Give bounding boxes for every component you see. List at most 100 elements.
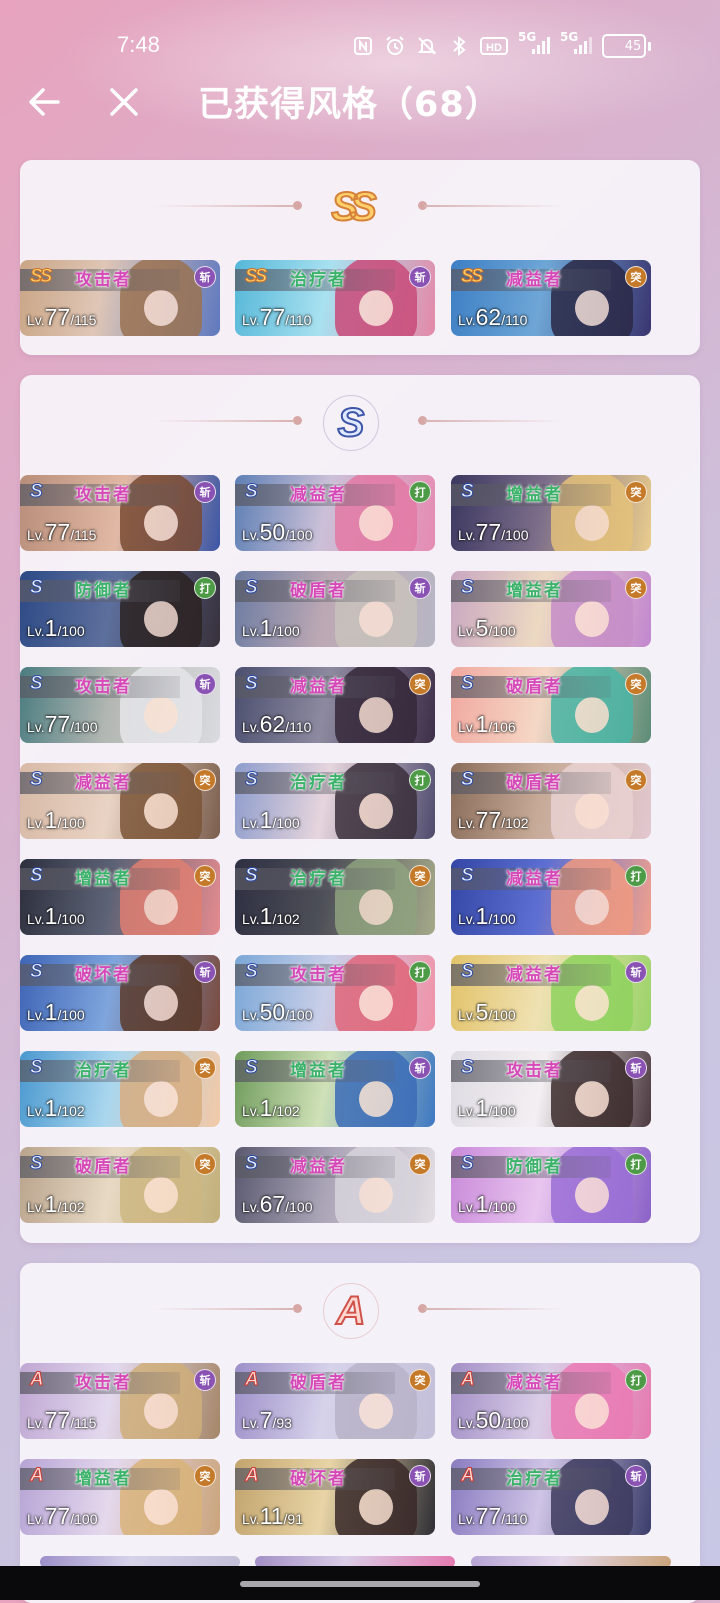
style-card[interactable]: A 减益者 打 Lv.50/100 [451, 1363, 651, 1439]
level-current: 77 [44, 519, 71, 545]
card-rank-badge: S [245, 481, 259, 503]
style-card[interactable]: S 治疗者 打 Lv.1/100 [235, 763, 435, 839]
tier-badge-s: S [323, 395, 379, 451]
style-card[interactable]: S 增益者 突 Lv.77/100 [451, 475, 651, 551]
level-max: /100 [501, 1415, 529, 1431]
card-role-label: 攻击者 [75, 485, 132, 505]
back-button[interactable] [20, 78, 68, 126]
style-card[interactable]: A 治疗者 斩 Lv.77/110 [451, 1459, 651, 1535]
card-level: Lv.50/100 [242, 999, 312, 1026]
card-role-label: 破坏者 [75, 965, 132, 985]
style-card[interactable]: S 破盾者 突 Lv.77/102 [451, 763, 651, 839]
level-current: 77 [44, 1407, 71, 1433]
card-level: Lv.50/100 [242, 519, 312, 546]
style-card[interactable]: S 减益者 突 Lv.62/110 [235, 667, 435, 743]
level-max: /110 [285, 312, 312, 328]
attack-type-badge: 突 [409, 865, 431, 887]
style-card[interactable]: SS 攻击者 斩 Lv.77/115 [20, 260, 220, 336]
card-level: Lv.1/102 [27, 1095, 85, 1122]
style-card[interactable]: S 攻击者 斩 Lv.77/115 [20, 475, 220, 551]
attack-type-badge: 突 [625, 673, 647, 695]
level-prefix: Lv. [458, 815, 476, 831]
level-max: /100 [285, 527, 313, 543]
level-current: 77 [475, 1503, 502, 1529]
home-handle[interactable] [240, 1581, 480, 1587]
level-current: 7 [259, 1407, 273, 1433]
card-rank-badge: S [245, 961, 259, 983]
style-card[interactable]: S 攻击者 斩 Lv.77/100 [20, 667, 220, 743]
style-card[interactable]: A 破坏者 斩 Lv.11/91 [235, 1459, 435, 1535]
style-card[interactable]: S 攻击者 斩 Lv.1/100 [451, 1051, 651, 1127]
tier-divider: A [20, 1275, 700, 1345]
level-prefix: Lv. [27, 527, 45, 543]
bluetooth-icon [448, 34, 470, 58]
level-prefix: Lv. [27, 911, 45, 927]
card-rank-badge: S [461, 673, 475, 695]
card-level: Lv.1/100 [27, 999, 85, 1026]
style-card[interactable]: S 治疗者 突 Lv.1/102 [20, 1051, 220, 1127]
style-card[interactable]: A 破盾者 突 Lv.7/93 [235, 1363, 435, 1439]
attack-type-badge: 突 [625, 577, 647, 599]
card-level: Lv.77/110 [242, 304, 311, 331]
level-current: 77 [44, 711, 71, 737]
level-max: /100 [57, 911, 85, 927]
card-role-label: 攻击者 [75, 270, 132, 290]
close-button[interactable] [100, 78, 148, 126]
card-level: Lv.5/100 [458, 615, 516, 642]
style-card[interactable]: S 治疗者 突 Lv.1/102 [235, 859, 435, 935]
style-card[interactable]: S 破盾者 突 Lv.1/102 [20, 1147, 220, 1223]
style-card[interactable]: S 破坏者 斩 Lv.1/100 [20, 955, 220, 1031]
level-max: /110 [285, 719, 312, 735]
style-card[interactable]: S 攻击者 打 Lv.50/100 [235, 955, 435, 1031]
level-prefix: Lv. [242, 1415, 260, 1431]
card-rank-badge: SS [29, 266, 52, 288]
style-card[interactable]: S 减益者 打 Lv.50/100 [235, 475, 435, 551]
level-prefix: Lv. [458, 1007, 476, 1023]
style-card[interactable]: S 破盾者 突 Lv.1/106 [451, 667, 651, 743]
level-prefix: Lv. [27, 312, 45, 328]
card-rank-badge: S [245, 1153, 259, 1175]
card-rank-badge: S [461, 769, 475, 791]
style-card[interactable]: S 防御者 打 Lv.1/100 [451, 1147, 651, 1223]
card-level: Lv.77/100 [458, 519, 528, 546]
card-rank-badge: S [30, 865, 44, 887]
attack-type-badge: 斩 [194, 961, 216, 983]
card-role-label: 减益者 [290, 485, 347, 505]
style-card[interactable]: S 增益者 突 Lv.5/100 [451, 571, 651, 647]
card-role-label: 增益者 [506, 581, 563, 601]
status-icons: HD 5G 5G 45 [352, 30, 651, 60]
level-current: 1 [259, 615, 273, 641]
style-card[interactable]: S 减益者 斩 Lv.5/100 [451, 955, 651, 1031]
style-card[interactable]: A 攻击者 斩 Lv.77/115 [20, 1363, 220, 1439]
style-card[interactable]: S 减益者 突 Lv.67/100 [235, 1147, 435, 1223]
style-card[interactable]: SS 治疗者 斩 Lv.77/110 [235, 260, 435, 336]
card-role-label: 破盾者 [290, 581, 347, 601]
style-card[interactable]: S 减益者 打 Lv.1/100 [451, 859, 651, 935]
attack-type-badge: 突 [194, 865, 216, 887]
style-card[interactable]: S 破盾者 斩 Lv.1/100 [235, 571, 435, 647]
attack-type-badge: 打 [625, 1153, 647, 1175]
card-level: Lv.1/102 [27, 1191, 85, 1218]
level-current: 5 [475, 615, 489, 641]
divider-dot [293, 201, 302, 210]
level-max: /91 [283, 1511, 303, 1527]
level-current: 1 [259, 807, 273, 833]
attack-type-badge: 斩 [194, 266, 216, 288]
style-card[interactable]: A 增益者 突 Lv.77/100 [20, 1459, 220, 1535]
level-prefix: Lv. [458, 623, 476, 639]
battery-icon: 45 [602, 34, 646, 58]
attack-type-badge: 突 [409, 1369, 431, 1391]
card-rank-badge: S [30, 577, 44, 599]
card-level: Lv.7/93 [242, 1407, 292, 1434]
level-prefix: Lv. [458, 1103, 476, 1119]
style-card[interactable]: SS 减益者 突 Lv.62/110 [451, 260, 651, 336]
style-card[interactable]: S 增益者 突 Lv.1/100 [20, 859, 220, 935]
style-card[interactable]: S 减益者 突 Lv.1/100 [20, 763, 220, 839]
style-card[interactable]: S 增益者 斩 Lv.1/102 [235, 1051, 435, 1127]
style-card[interactable]: S 防御者 打 Lv.1/100 [20, 571, 220, 647]
attack-type-badge: 突 [625, 769, 647, 791]
level-prefix: Lv. [27, 1511, 45, 1527]
card-rank-badge: SS [460, 266, 483, 288]
card-level: Lv.77/100 [27, 711, 97, 738]
card-level: Lv.62/110 [458, 304, 527, 331]
